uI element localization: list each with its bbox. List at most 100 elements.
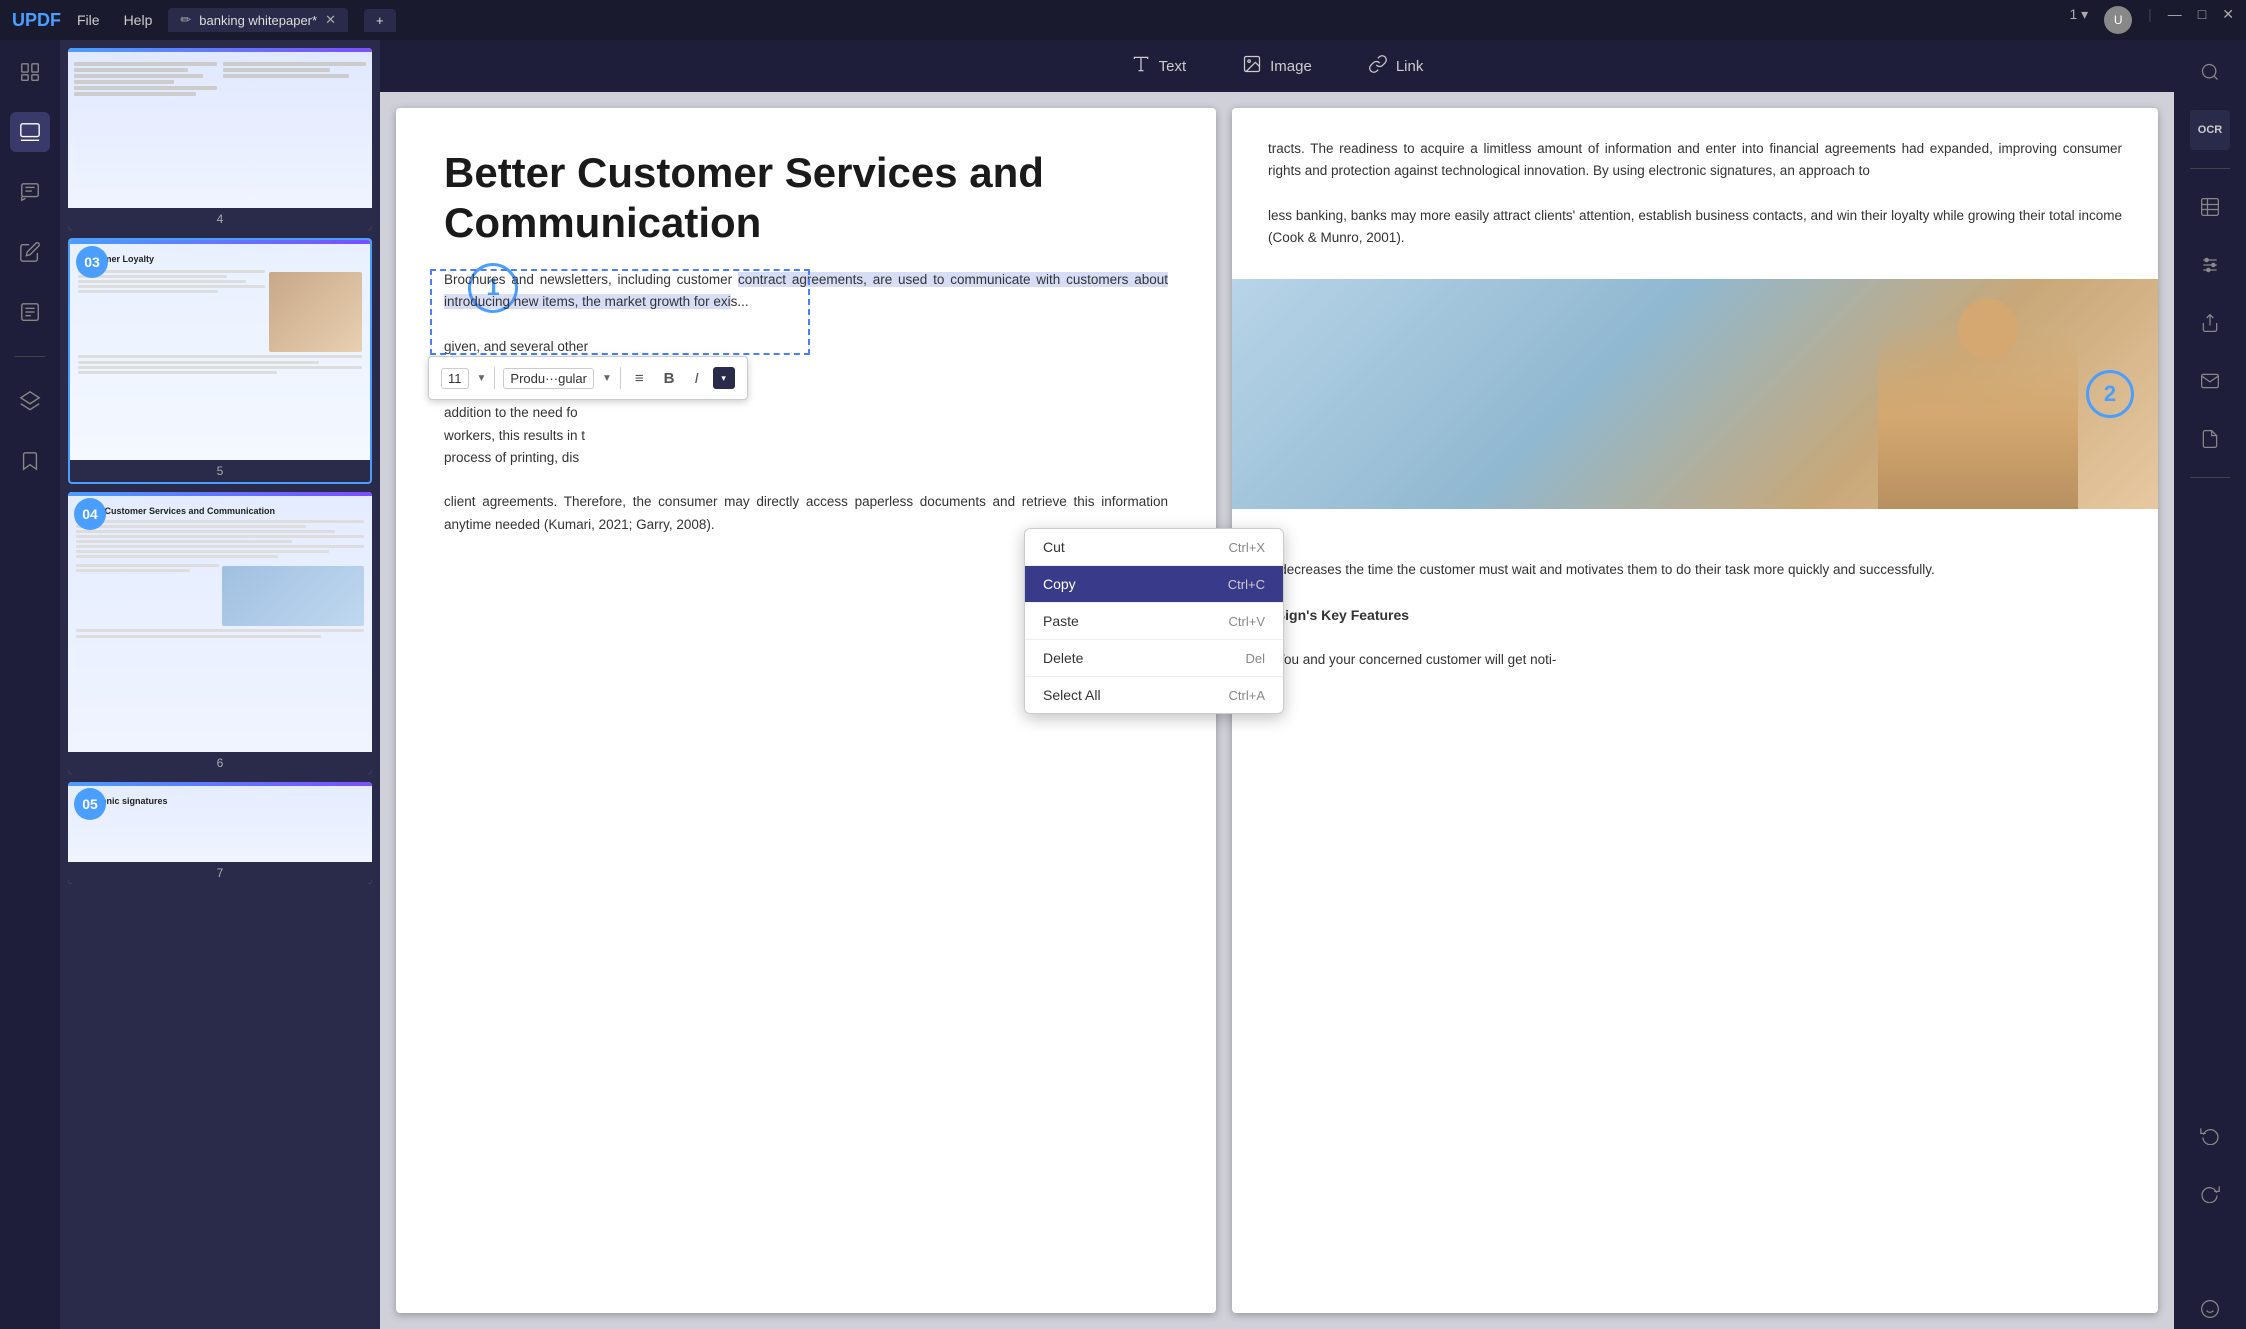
thumbnail-panel: 4 03 Customer Loyalty xyxy=(60,40,380,1329)
sidebar-right-mail[interactable] xyxy=(2190,361,2230,401)
text-format-toolbar: 11 ▼ Produ···gular ▼ ≡ B I ▾ xyxy=(428,356,748,400)
right-sidebar: OCR xyxy=(2174,40,2246,1329)
sidebar-icon-pages[interactable] xyxy=(10,52,50,92)
esign-key-features-title: eSign's Key Features xyxy=(1268,604,2122,627)
sidebar-icon-edit2[interactable] xyxy=(10,232,50,272)
thumbnail-page-7[interactable]: 05 Electronic signatures 7 xyxy=(68,782,372,884)
thumb-label-5: 5 xyxy=(70,460,370,482)
minimize-button[interactable]: — xyxy=(2168,6,2182,34)
step-two-label: 2 xyxy=(2104,381,2116,407)
menu-help[interactable]: Help xyxy=(124,12,153,28)
app-logo: UPDF xyxy=(12,10,61,31)
thumb-badge-05: 05 xyxy=(74,788,106,820)
doc-right-bullet1: • You and your concerned customer will g… xyxy=(1268,649,2122,671)
document-page-left: 1 11 ▼ Produ···gular ▼ ≡ B I ▾ xyxy=(396,108,1216,1313)
maximize-button[interactable]: □ xyxy=(2198,6,2206,34)
context-menu-paste[interactable]: Paste Ctrl+V xyxy=(1025,603,1283,639)
left-sidebar xyxy=(0,40,60,1329)
image-tool-icon xyxy=(1242,54,1262,79)
text-tool-button[interactable]: Text xyxy=(1119,48,1199,85)
thumb-title-better: Better Customer Services and Communicati… xyxy=(76,506,364,518)
user-avatar[interactable]: U xyxy=(2104,6,2132,34)
add-tab-button[interactable]: + xyxy=(364,9,396,32)
sidebar-icon-bookmark[interactable] xyxy=(10,441,50,481)
paste-label: Paste xyxy=(1043,613,1079,629)
doc-text-para1-end: s... xyxy=(731,294,749,309)
document-scroll[interactable]: 1 11 ▼ Produ···gular ▼ ≡ B I ▾ xyxy=(380,92,2174,1329)
doc-content-right: tracts. The readiness to acquire a limit… xyxy=(1232,108,2158,279)
format-sep-2 xyxy=(620,367,621,389)
menu-bar: File Help xyxy=(77,12,152,28)
close-button[interactable]: ✕ xyxy=(2222,6,2234,34)
font-size-arrow[interactable]: ▼ xyxy=(477,373,487,384)
ocr-button[interactable]: OCR xyxy=(2190,110,2230,150)
image-tool-button[interactable]: Image xyxy=(1230,48,1324,85)
font-name-arrow[interactable]: ▼ xyxy=(602,373,612,384)
right-sidebar-sep-1 xyxy=(2190,168,2230,169)
format-sep-1 xyxy=(494,367,495,389)
document-tab[interactable]: ✏ banking whitepaper* ✕ xyxy=(168,8,348,32)
doc-text-line2: given, and several other xyxy=(444,339,588,354)
copy-label: Copy xyxy=(1043,576,1076,592)
context-menu-delete[interactable]: Delete Del xyxy=(1025,640,1283,676)
doc-text-line6: workers, this results in t xyxy=(444,428,585,443)
sidebar-right-ai[interactable] xyxy=(2190,1289,2230,1329)
image-tool-label: Image xyxy=(1270,58,1312,75)
delete-label: Delete xyxy=(1043,650,1083,666)
cut-label: Cut xyxy=(1043,539,1065,555)
main-layout: 4 03 Customer Loyalty xyxy=(0,40,2246,1329)
select-all-label: Select All xyxy=(1043,687,1101,703)
redo-button[interactable] xyxy=(2190,1173,2230,1213)
undo-button[interactable] xyxy=(2190,1115,2230,1155)
sidebar-icon-edit[interactable] xyxy=(10,112,50,152)
cut-shortcut: Ctrl+X xyxy=(1229,540,1265,555)
bold-button[interactable]: B xyxy=(658,368,681,389)
font-size-field[interactable]: 11 xyxy=(441,368,469,389)
context-menu-cut[interactable]: Cut Ctrl+X xyxy=(1025,529,1283,565)
tab-close-icon[interactable]: ✕ xyxy=(325,12,336,28)
right-sidebar-sep-2 xyxy=(2190,477,2230,478)
sidebar-right-search[interactable] xyxy=(2190,52,2230,92)
thumbnail-page-6[interactable]: 04 Better Customer Services and Communic… xyxy=(68,492,372,774)
thumbnail-page-4[interactable]: 4 xyxy=(68,48,372,230)
align-button[interactable]: ≡ xyxy=(629,368,650,389)
paste-shortcut: Ctrl+V xyxy=(1229,614,1265,629)
color-picker-arrow: ▾ xyxy=(721,373,726,384)
step-two-badge: 2 xyxy=(2086,370,2134,418)
doc-right-para1: less banking, banks may more easily attr… xyxy=(1268,205,2122,250)
context-menu-select-all[interactable]: Select All Ctrl+A xyxy=(1025,677,1283,713)
text-tool-label: Text xyxy=(1159,58,1187,75)
window-sep: | xyxy=(2148,6,2152,34)
link-tool-button[interactable]: Link xyxy=(1356,48,1436,85)
italic-button[interactable]: I xyxy=(689,368,705,389)
sidebar-icon-forms[interactable] xyxy=(10,292,50,332)
thumb-label-7: 7 xyxy=(68,862,372,884)
thumb-badge-03: 03 xyxy=(76,246,108,278)
sidebar-right-share[interactable] xyxy=(2190,303,2230,343)
thumb-badge-04: 04 xyxy=(74,498,106,530)
sidebar-icon-comment[interactable] xyxy=(10,172,50,212)
window-number: 1 ▾ xyxy=(2069,6,2088,34)
thumb-title-loyalty: Customer Loyalty xyxy=(78,254,362,266)
doc-text-block[interactable]: Brochures and newsletters, including cus… xyxy=(444,269,1168,536)
sidebar-right-sliders[interactable] xyxy=(2190,245,2230,285)
delete-shortcut: Del xyxy=(1245,651,1265,666)
font-name-field[interactable]: Produ···gular xyxy=(503,368,594,389)
sidebar-icon-layers[interactable] xyxy=(10,381,50,421)
thumb-label-4: 4 xyxy=(68,208,372,230)
doc-text-para1-start: Brochures and newsletters, including cus… xyxy=(444,272,738,287)
context-menu: Cut Ctrl+X Copy Ctrl+C Paste Ctrl+V xyxy=(1024,528,1284,714)
thumbnail-page-5[interactable]: 03 Customer Loyalty xyxy=(68,238,372,484)
doc-right-intro: tracts. The readiness to acquire a limit… xyxy=(1268,138,2122,183)
sidebar-right-file[interactable] xyxy=(2190,419,2230,459)
text-tool-icon xyxy=(1131,54,1151,79)
context-menu-copy[interactable]: Copy Ctrl+C xyxy=(1025,566,1283,602)
doc-text-line7: process of printing, dis xyxy=(444,450,579,465)
document-page-right: tracts. The readiness to acquire a limit… xyxy=(1232,108,2158,1313)
color-picker[interactable]: ▾ xyxy=(713,367,735,389)
sidebar-right-layers[interactable] xyxy=(2190,187,2230,227)
menu-file[interactable]: File xyxy=(77,12,100,28)
document-area: Text Image Link 1 xyxy=(380,40,2174,1329)
doc-content-left: Better Customer Services and Communicati… xyxy=(396,108,1216,576)
doc-text-conclusion: client agreements. Therefore, the consum… xyxy=(444,494,1168,531)
